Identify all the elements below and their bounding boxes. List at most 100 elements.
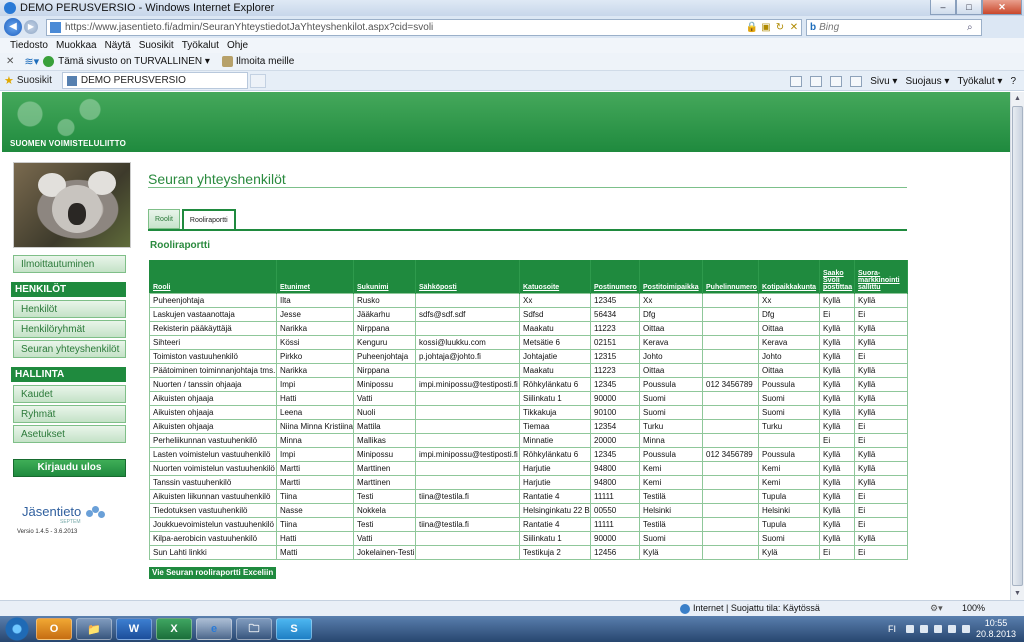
table-cell: Kyllä bbox=[854, 321, 908, 336]
table-cell: Aikuisten ohjaaja bbox=[149, 419, 277, 434]
scroll-down-icon[interactable]: ▼ bbox=[1011, 587, 1024, 600]
search-icon[interactable]: ⌕ bbox=[967, 22, 981, 33]
zoom-level[interactable]: 100% bbox=[962, 603, 985, 613]
search-box[interactable]: b ⌕ bbox=[806, 18, 982, 36]
close-button[interactable]: ✕ bbox=[982, 0, 1022, 15]
compat-icon[interactable]: ▣ bbox=[759, 22, 773, 33]
table-row: Nuorten / tanssin ohjaaja Impi Minipossu im… bbox=[149, 377, 908, 392]
table-cell: Ei bbox=[854, 517, 908, 532]
tools-menu[interactable]: Työkalut ▾ bbox=[957, 76, 1002, 87]
export-excel-button[interactable]: Vie Seuran rooliraportti Exceliin bbox=[149, 567, 277, 579]
taskbar-skype[interactable]: S bbox=[276, 618, 312, 640]
taskbar-explorer[interactable]: 📁 bbox=[76, 618, 112, 640]
toolbar-close-icon[interactable]: ✕ bbox=[6, 56, 14, 67]
start-button[interactable] bbox=[2, 616, 32, 642]
search-input[interactable] bbox=[819, 21, 967, 33]
feeds-icon[interactable] bbox=[810, 75, 823, 87]
lock-icon[interactable]: 🔒 bbox=[745, 22, 759, 33]
menu-view[interactable]: Näytä bbox=[105, 40, 131, 51]
sidebar-item-asetukset[interactable]: Asetukset bbox=[13, 425, 126, 443]
network-tray-icon[interactable] bbox=[947, 625, 956, 633]
table-cell: 94800 bbox=[590, 461, 640, 476]
volume-icon[interactable] bbox=[961, 625, 970, 633]
forward-button[interactable]: ▶ bbox=[24, 20, 38, 34]
settings-icon[interactable]: ⚙▾ bbox=[930, 603, 943, 614]
vertical-scrollbar[interactable]: ▲ ▼ bbox=[1010, 92, 1024, 600]
table-cell: Tikkakuja bbox=[519, 405, 591, 420]
url-text[interactable]: https://www.jasentieto.fi/admin/SeuranYh… bbox=[65, 22, 745, 33]
favorites-star-icon[interactable]: ★ bbox=[4, 74, 14, 87]
flag-icon[interactable] bbox=[919, 625, 928, 633]
site-brand[interactable]: SUOMEN VOIMISTELULIITTO bbox=[10, 139, 126, 148]
table-cell: Xx bbox=[758, 293, 820, 308]
column-header[interactable]: Suora-markkinointi sallittu bbox=[854, 260, 908, 294]
table-cell: Kyllä bbox=[854, 531, 908, 546]
help-menu[interactable]: ? bbox=[1010, 76, 1016, 87]
print-icon[interactable] bbox=[850, 75, 863, 87]
report-button[interactable]: Ilmoita meille bbox=[221, 56, 294, 67]
window-title: DEMO PERUSVERSIO - Windows Internet Expl… bbox=[20, 2, 275, 14]
table-cell: Kyllä bbox=[819, 377, 855, 392]
security-zone[interactable]: Internet | Suojattu tila: Käytössä bbox=[693, 603, 820, 613]
menu-help[interactable]: Ohje bbox=[227, 40, 248, 51]
back-button[interactable]: ◀ bbox=[4, 18, 22, 36]
column-header[interactable]: Etunimet bbox=[276, 260, 354, 294]
menu-tools[interactable]: Työkalut bbox=[182, 40, 219, 51]
sidebar-item-henkiloryhmat[interactable]: Henkilöryhmät bbox=[13, 320, 126, 338]
column-header[interactable]: Puhelinnumero bbox=[702, 260, 759, 294]
sidebar-item-kaudet[interactable]: Kaudet bbox=[13, 385, 126, 403]
tab-roolit[interactable]: Roolit bbox=[148, 209, 180, 229]
ie-app-icon bbox=[4, 2, 16, 14]
mail-icon[interactable] bbox=[830, 75, 843, 87]
safety-menu[interactable]: Suojaus ▾ bbox=[905, 76, 949, 87]
language-indicator[interactable]: FI bbox=[888, 624, 896, 634]
scroll-thumb[interactable] bbox=[1012, 106, 1023, 586]
network-icon[interactable]: ≋▾ bbox=[24, 55, 39, 68]
table-cell: Suomi bbox=[758, 531, 820, 546]
table-row: Laskujen vastaanottaja Jesse Jääkarhu sdfs@… bbox=[149, 307, 908, 322]
new-tab-button[interactable] bbox=[249, 73, 266, 88]
refresh-icon[interactable]: ↻ bbox=[773, 22, 787, 33]
menu-edit[interactable]: Muokkaa bbox=[56, 40, 97, 51]
maximize-button[interactable]: □ bbox=[956, 0, 982, 15]
column-header[interactable]: Katuosoite bbox=[519, 260, 591, 294]
table-cell: Sihteeri bbox=[149, 335, 277, 350]
column-header[interactable]: Kotipaikkakunta bbox=[758, 260, 820, 294]
table-cell: Testi bbox=[353, 489, 416, 504]
column-header[interactable]: Saako Svoli postittaa bbox=[819, 260, 855, 294]
browser-tab[interactable]: DEMO PERUSVERSIO bbox=[61, 72, 248, 89]
safe-site-indicator[interactable]: Tämä sivusto on TURVALLINEN ▾ bbox=[43, 56, 210, 67]
column-header[interactable]: Postitoimipaikka bbox=[639, 260, 703, 294]
taskbar-word[interactable]: W bbox=[116, 618, 152, 640]
taskbar-outlook[interactable]: O bbox=[36, 618, 72, 640]
taskbar-folder[interactable]: 🗀 bbox=[236, 618, 272, 640]
page-menu[interactable]: Sivu ▾ bbox=[870, 76, 897, 87]
tab-rooliraportti[interactable]: Rooliraportti bbox=[181, 209, 236, 230]
clock[interactable]: 10:55 20.8.2013 bbox=[976, 618, 1016, 640]
tray-arrow-icon[interactable] bbox=[905, 625, 914, 633]
sidebar-item-henkilot[interactable]: Henkilöt bbox=[13, 300, 126, 318]
logout-button[interactable]: Kirjaudu ulos bbox=[13, 459, 126, 477]
column-header[interactable]: Rooli bbox=[149, 260, 277, 294]
column-header[interactable]: Sukunimi bbox=[353, 260, 416, 294]
table-cell: Kemi bbox=[758, 461, 820, 476]
display-icon[interactable] bbox=[933, 625, 942, 633]
menu-file[interactable]: Tiedosto bbox=[10, 40, 48, 51]
favorites-label[interactable]: Suosikit bbox=[17, 75, 52, 86]
logo-text: Jäsentieto bbox=[22, 504, 82, 519]
sidebar-item-seuran-yhteyshenkilot[interactable]: Seuran yhteyshenkilöt bbox=[13, 340, 126, 358]
stop-icon[interactable]: ✕ bbox=[787, 22, 801, 33]
column-header[interactable]: Sähköposti bbox=[415, 260, 520, 294]
minimize-button[interactable]: – bbox=[930, 0, 956, 15]
taskbar-internet-explorer[interactable]: e bbox=[196, 618, 232, 640]
table-cell: Oittaa bbox=[639, 321, 703, 336]
sidebar-item-ryhmat[interactable]: Ryhmät bbox=[13, 405, 126, 423]
scroll-up-icon[interactable]: ▲ bbox=[1011, 92, 1024, 105]
table-cell: Vatti bbox=[353, 391, 416, 406]
home-icon[interactable] bbox=[790, 75, 803, 87]
url-field[interactable]: https://www.jasentieto.fi/admin/SeuranYh… bbox=[46, 18, 802, 36]
column-header[interactable]: Postinumero bbox=[590, 260, 640, 294]
menu-favorites[interactable]: Suosikit bbox=[139, 40, 174, 51]
taskbar-excel[interactable]: X bbox=[156, 618, 192, 640]
sidebar-item-ilmoittautuminen[interactable]: Ilmoittautuminen bbox=[13, 255, 126, 273]
